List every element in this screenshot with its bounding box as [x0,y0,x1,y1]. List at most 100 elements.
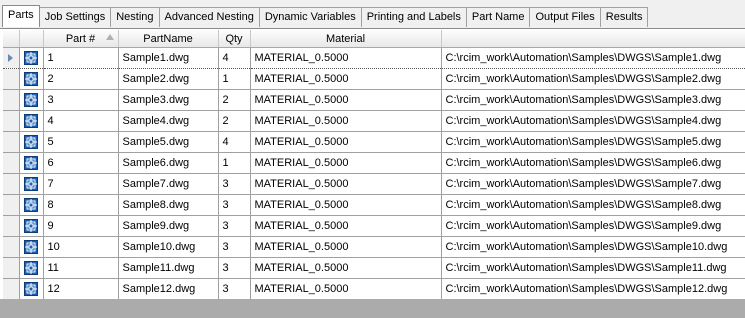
row-header[interactable] [3,236,20,258]
table-row[interactable]: 2 Sample2.dwg 1 MATERIAL_0.5000 C:\rcim_work… [3,68,745,90]
cell-qty[interactable]: 3 [218,215,251,237]
cell-part-name[interactable]: Sample12.dwg [118,278,219,300]
tab-results[interactable]: Results [599,7,649,27]
cell-qty[interactable]: 3 [218,278,251,300]
row-icon-cell[interactable] [19,152,44,174]
cell-part-name[interactable]: Sample6.dwg [118,152,219,174]
cell-part-name[interactable]: Sample2.dwg [118,68,219,90]
column-header-material[interactable]: Material [250,30,442,48]
cell-path[interactable]: C:\rcim_work\Automation\Samples\DWGS\Sam… [441,257,745,279]
row-icon-cell[interactable] [19,215,44,237]
cell-material[interactable]: MATERIAL_0.5000 [250,236,442,258]
cell-material[interactable]: MATERIAL_0.5000 [250,173,442,195]
cell-part-name[interactable]: Sample8.dwg [118,194,219,216]
cell-path[interactable]: C:\rcim_work\Automation\Samples\DWGS\Sam… [441,278,745,300]
cell-qty[interactable]: 2 [218,110,251,132]
tab-nesting[interactable]: Nesting [110,7,160,27]
cell-qty[interactable]: 1 [218,68,251,90]
cell-material[interactable]: MATERIAL_0.5000 [250,68,442,90]
row-icon-cell[interactable] [19,173,44,195]
column-header-path[interactable] [441,30,745,48]
cell-part-name[interactable]: Sample5.dwg [118,131,219,153]
cell-material[interactable]: MATERIAL_0.5000 [250,152,442,174]
tab-advanced-nesting[interactable]: Advanced Nesting [158,7,260,27]
row-header[interactable] [3,278,20,300]
tab-job-settings[interactable]: Job Settings [38,7,112,27]
table-row[interactable]: 7 Sample7.dwg 3 MATERIAL_0.5000 C:\rcim_work… [3,173,745,195]
cell-part-name[interactable]: Sample10.dwg [118,236,219,258]
cell-path[interactable]: C:\rcim_work\Automation\Samples\DWGS\Sam… [441,131,745,153]
cell-path[interactable]: C:\rcim_work\Automation\Samples\DWGS\Sam… [441,194,745,216]
row-icon-cell[interactable] [19,257,44,279]
cell-material[interactable]: MATERIAL_0.5000 [250,257,442,279]
cell-path[interactable]: C:\rcim_work\Automation\Samples\DWGS\Sam… [441,110,745,132]
row-icon-cell[interactable] [19,278,44,300]
row-header[interactable] [3,47,20,69]
cell-part-name[interactable]: Sample11.dwg [118,257,219,279]
cell-part-name[interactable]: Sample1.dwg [118,47,219,69]
row-icon-cell[interactable] [19,194,44,216]
cell-material[interactable]: MATERIAL_0.5000 [250,89,442,111]
column-header-part-number[interactable]: Part # [43,30,119,48]
cell-part-number[interactable]: 6 [43,152,119,174]
cell-part-number[interactable]: 8 [43,194,119,216]
cell-material[interactable]: MATERIAL_0.5000 [250,215,442,237]
row-icon-cell[interactable] [19,131,44,153]
cell-part-name[interactable]: Sample3.dwg [118,89,219,111]
cell-part-number[interactable]: 4 [43,110,119,132]
cell-part-number[interactable]: 10 [43,236,119,258]
cell-part-number[interactable]: 3 [43,89,119,111]
row-icon-cell[interactable] [19,68,44,90]
table-row[interactable]: 6 Sample6.dwg 1 MATERIAL_0.5000 C:\rcim_work… [3,152,745,174]
column-header-qty[interactable]: Qty [218,30,251,48]
row-icon-cell[interactable] [19,110,44,132]
table-row[interactable]: 11 Sample11.dwg 3 MATERIAL_0.5000 C:\rcim_wo… [3,257,745,279]
cell-material[interactable]: MATERIAL_0.5000 [250,194,442,216]
cell-part-number[interactable]: 9 [43,215,119,237]
table-row[interactable]: 10 Sample10.dwg 3 MATERIAL_0.5000 C:\rcim_wo… [3,236,745,258]
cell-qty[interactable]: 1 [218,152,251,174]
row-icon-cell[interactable] [19,47,44,69]
cell-path[interactable]: C:\rcim_work\Automation\Samples\DWGS\Sam… [441,68,745,90]
tab-output-files[interactable]: Output Files [529,7,601,27]
cell-material[interactable]: MATERIAL_0.5000 [250,47,442,69]
cell-qty[interactable]: 3 [218,236,251,258]
cell-material[interactable]: MATERIAL_0.5000 [250,110,442,132]
cell-part-number[interactable]: 7 [43,173,119,195]
cell-path[interactable]: C:\rcim_work\Automation\Samples\DWGS\Sam… [441,236,745,258]
cell-material[interactable]: MATERIAL_0.5000 [250,278,442,300]
cell-part-name[interactable]: Sample7.dwg [118,173,219,195]
table-row[interactable]: 3 Sample3.dwg 2 MATERIAL_0.5000 C:\rcim_work… [3,89,745,111]
cell-qty[interactable]: 2 [218,89,251,111]
table-row[interactable]: 5 Sample5.dwg 4 MATERIAL_0.5000 C:\rcim_work… [3,131,745,153]
cell-qty[interactable]: 4 [218,47,251,69]
cell-material[interactable]: MATERIAL_0.5000 [250,131,442,153]
cell-qty[interactable]: 3 [218,194,251,216]
table-row[interactable]: 12 Sample12.dwg 3 MATERIAL_0.5000 C:\rcim_wo… [3,278,745,300]
table-row[interactable]: 4 Sample4.dwg 2 MATERIAL_0.5000 C:\rcim_work… [3,110,745,132]
cell-qty[interactable]: 3 [218,173,251,195]
cell-part-number[interactable]: 5 [43,131,119,153]
row-header[interactable] [3,173,20,195]
cell-qty[interactable]: 4 [218,131,251,153]
row-header[interactable] [3,152,20,174]
cell-part-number[interactable]: 1 [43,47,119,69]
row-icon-cell[interactable] [19,236,44,258]
tab-printing-and-labels[interactable]: Printing and Labels [360,7,467,27]
cell-path[interactable]: C:\rcim_work\Automation\Samples\DWGS\Sam… [441,89,745,111]
tab-dynamic-variables[interactable]: Dynamic Variables [258,7,362,27]
table-row[interactable]: 9 Sample9.dwg 3 MATERIAL_0.5000 C:\rcim_work… [3,215,745,237]
tab-part-name[interactable]: Part Name [465,7,531,27]
cell-path[interactable]: C:\rcim_work\Automation\Samples\DWGS\Sam… [441,152,745,174]
row-icon-cell[interactable] [19,89,44,111]
row-header[interactable] [3,194,20,216]
row-header[interactable] [3,257,20,279]
cell-qty[interactable]: 3 [218,257,251,279]
cell-path[interactable]: C:\rcim_work\Automation\Samples\DWGS\Sam… [441,215,745,237]
row-header[interactable] [3,110,20,132]
cell-path[interactable]: C:\rcim_work\Automation\Samples\DWGS\Sam… [441,47,745,69]
cell-part-name[interactable]: Sample9.dwg [118,215,219,237]
table-row[interactable]: 1 Sample1.dwg 4 MATERIAL_0.5000 C:\rcim_work… [3,47,745,69]
cell-part-number[interactable]: 11 [43,257,119,279]
cell-part-number[interactable]: 12 [43,278,119,300]
